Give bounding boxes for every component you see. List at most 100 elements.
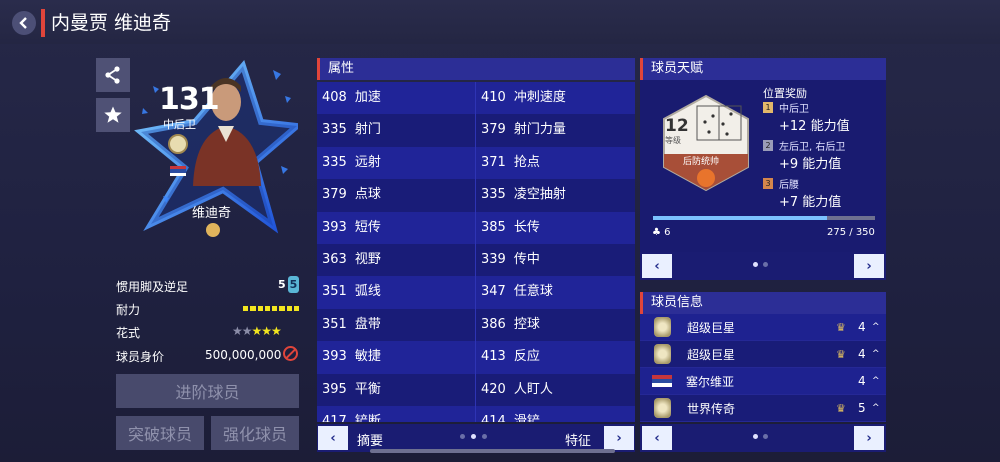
- player-info-count: 4: [858, 347, 866, 361]
- player-info-row[interactable]: 超级巨星 ♛ 4 ^: [640, 314, 886, 341]
- attribute-row: 417 铲断 414 滑铲: [317, 405, 635, 422]
- tab-summary[interactable]: 摘要: [357, 430, 383, 449]
- attribute-value: 414: [481, 413, 506, 422]
- bonus-value: +12 能力值: [779, 119, 850, 134]
- chevron-left-icon: ‹: [330, 430, 336, 446]
- attribute-cell: 379 射门力量: [476, 114, 635, 146]
- talent-progress-fill: [653, 216, 828, 220]
- attribute-name: 弧线: [354, 284, 381, 300]
- attribute-cell: 339 传中: [476, 244, 635, 276]
- attribute-cell: 386 控球: [476, 309, 635, 341]
- attributes-next-button[interactable]: ›: [604, 426, 634, 450]
- attribute-name: 视野: [354, 251, 381, 267]
- attribute-name: 控球: [513, 316, 540, 332]
- star-empty-icon: ★★: [232, 324, 252, 338]
- player-info-count: 5: [858, 401, 866, 415]
- player-info-next-button[interactable]: ›: [854, 426, 884, 450]
- talent-page-dots: [753, 262, 768, 267]
- attribute-cell: 363 视野: [317, 243, 476, 277]
- attribute-row: 379 点球 335 凌空抽射: [317, 179, 635, 212]
- attribute-cell: 395 平衡: [317, 373, 476, 406]
- talent-next-button[interactable]: ›: [854, 254, 884, 278]
- attribute-value: 393: [322, 219, 347, 235]
- attribute-row: 395 平衡 420 人盯人: [317, 373, 635, 406]
- attribute-value: 379: [322, 187, 347, 203]
- attributes-prev-button[interactable]: ‹: [318, 426, 348, 450]
- attribute-row: 393 敏捷 413 反应: [317, 341, 635, 374]
- attribute-value: 395: [322, 381, 347, 397]
- attribute-value: 417: [322, 413, 347, 422]
- attribute-value: 339: [481, 251, 506, 267]
- player-badge-icon: [654, 398, 671, 418]
- crown-icon: ♛: [836, 320, 846, 334]
- not-tradable-icon: [283, 346, 298, 361]
- attribute-cell: 408 加速: [317, 82, 476, 115]
- player-info-text: 世界传奇: [687, 401, 736, 416]
- position-bonus-item: 3 后腰 +7 能力值: [763, 176, 850, 210]
- attribute-row: 408 加速 410 冲刺速度: [317, 82, 635, 115]
- attribute-value: 363: [322, 251, 347, 267]
- card-position: 中后卫: [163, 118, 196, 131]
- overall-rating: 131: [159, 82, 220, 117]
- star-filled-icon: ★★★: [251, 324, 282, 338]
- attribute-row: 363 视野 339 传中: [317, 243, 635, 277]
- attributes-scrollbar[interactable]: [370, 449, 615, 453]
- chevron-up-icon: ^: [872, 349, 880, 359]
- weak-foot-value: 5: [278, 278, 286, 291]
- talent-prev-button[interactable]: ‹: [642, 254, 672, 278]
- bonus-position: 左后卫, 右后卫: [779, 142, 846, 153]
- attribute-name: 射门力量: [513, 122, 566, 138]
- player-info-text: 超级巨星: [687, 320, 736, 335]
- talent-header: 球员天赋: [640, 58, 886, 80]
- bonus-position: 中后卫: [779, 104, 809, 115]
- player-info-row[interactable]: 超级巨星 ♛ 4 ^: [640, 341, 886, 368]
- attribute-row: 351 弧线 347 任意球: [317, 276, 635, 309]
- star-icon: [104, 106, 122, 123]
- talent-level-label: 等级: [665, 136, 681, 145]
- attribute-value: 393: [322, 349, 347, 365]
- advance-player-button[interactable]: 进阶球员: [116, 374, 299, 408]
- stamina-label: 耐力: [116, 303, 141, 317]
- player-info-prev-button[interactable]: ‹: [642, 426, 672, 450]
- attribute-name: 反应: [513, 349, 540, 365]
- player-badge-icon: [654, 317, 671, 337]
- tab-traits[interactable]: 特征: [565, 430, 591, 449]
- attribute-name: 平衡: [354, 381, 381, 397]
- player-info-count: 4: [858, 374, 866, 388]
- skill-moves-stars: ★★★★★: [232, 324, 282, 338]
- weak-foot-label: 惯用脚及逆足: [116, 280, 189, 294]
- breakthrough-player-button[interactable]: 突破球员: [116, 416, 204, 450]
- player-info-text: 塞尔维亚: [686, 374, 735, 389]
- attribute-row: 393 短传 385 长传: [317, 211, 635, 244]
- like-count-row: ♣ 6: [652, 227, 671, 238]
- chevron-left-icon: ‹: [654, 258, 660, 274]
- attribute-cell: 335 射门: [317, 114, 476, 147]
- back-button[interactable]: [12, 11, 36, 35]
- player-info-row[interactable]: 世界传奇 ♛ 5 ^: [640, 395, 886, 422]
- attribute-value: 420: [481, 381, 506, 397]
- position-bonus-item: 2 左后卫, 右后卫 +9 能力值: [763, 138, 850, 172]
- attributes-header: 属性: [317, 58, 635, 80]
- enhance-player-button[interactable]: 强化球员: [211, 416, 299, 450]
- player-info-row[interactable]: 塞尔维亚 4 ^: [640, 368, 886, 395]
- attribute-cell: 414 滑铲: [476, 406, 635, 422]
- attribute-cell: 417 铲断: [317, 405, 476, 422]
- attribute-name: 冲刺速度: [513, 90, 566, 105]
- player-info-text: 超级巨星: [687, 347, 736, 362]
- attribute-value: 335: [322, 154, 347, 170]
- bonus-value: +7 能力值: [779, 195, 842, 210]
- player-badge-icon: [654, 344, 671, 364]
- attribute-name: 射门: [354, 122, 381, 138]
- player-value: 500,000,000: [205, 348, 282, 362]
- attribute-value: 386: [481, 316, 506, 332]
- attribute-name: 滑铲: [513, 413, 540, 422]
- chevron-up-icon: ^: [872, 322, 880, 332]
- attribute-cell: 335 凌空抽射: [476, 179, 635, 211]
- attribute-name: 点球: [354, 187, 381, 203]
- serbia-flag-icon: [652, 375, 672, 387]
- attribute-value: 410: [481, 90, 506, 105]
- attributes-table[interactable]: 408 加速 410 冲刺速度 335 射门 379 射门力量 335 远射 371 抢点 379 点球 3…: [317, 82, 635, 422]
- crown-icon: ♛: [836, 347, 846, 361]
- attribute-name: 凌空抽射: [513, 187, 566, 203]
- player-value-label: 球员身价: [116, 350, 165, 364]
